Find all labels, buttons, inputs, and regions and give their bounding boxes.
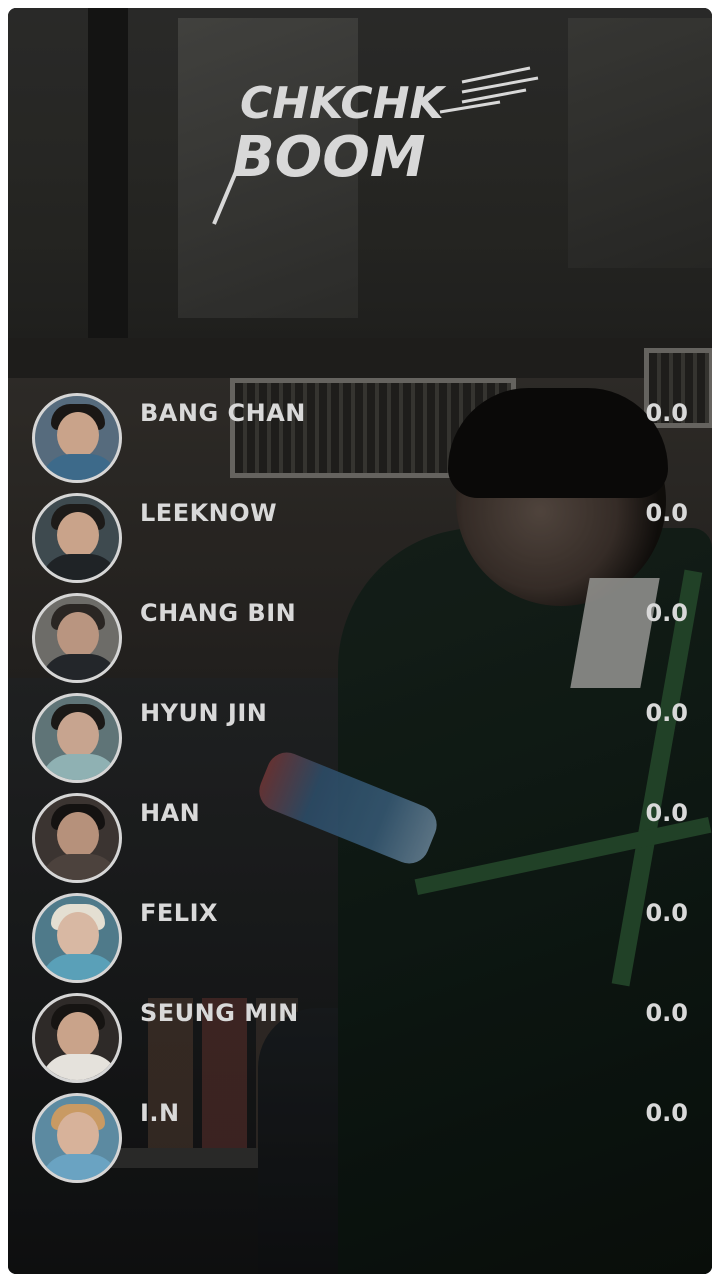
member-name: HYUN JIN bbox=[140, 699, 268, 727]
member-name: LEEKNOW bbox=[140, 499, 278, 527]
member-row-han[interactable]: HAN 0.0 bbox=[32, 793, 704, 889]
member-score: 0.0 bbox=[645, 799, 688, 827]
member-list: BANG CHAN 0.0 LEEKNOW 0.0 CHANG BIN 0.0 bbox=[8, 8, 712, 1274]
member-row-hyun-jin[interactable]: HYUN JIN 0.0 bbox=[32, 693, 704, 789]
han-avatar-icon bbox=[32, 793, 122, 883]
member-name: CHANG BIN bbox=[140, 599, 297, 627]
member-name: I.N bbox=[140, 1099, 180, 1127]
i-n-avatar-icon bbox=[32, 1093, 122, 1183]
leeknow-avatar-icon bbox=[32, 493, 122, 583]
felix-avatar-icon bbox=[32, 893, 122, 983]
member-name: SEUNG MIN bbox=[140, 999, 299, 1027]
chang-bin-avatar-icon bbox=[32, 593, 122, 683]
member-score: 0.0 bbox=[645, 999, 688, 1027]
member-score: 0.0 bbox=[645, 899, 688, 927]
hyun-jin-avatar-icon bbox=[32, 693, 122, 783]
member-row-chang-bin[interactable]: CHANG BIN 0.0 bbox=[32, 593, 704, 689]
member-row-felix[interactable]: FELIX 0.0 bbox=[32, 893, 704, 989]
member-score: 0.0 bbox=[645, 499, 688, 527]
app-frame: CHKCHK BOOM BANG CHAN 0.0 LEEKNOW 0.0 CH… bbox=[8, 8, 712, 1274]
member-score: 0.0 bbox=[645, 699, 688, 727]
member-row-seung-min[interactable]: SEUNG MIN 0.0 bbox=[32, 993, 704, 1089]
seung-min-avatar-icon bbox=[32, 993, 122, 1083]
member-row-i-n[interactable]: I.N 0.0 bbox=[32, 1093, 704, 1189]
member-row-leeknow[interactable]: LEEKNOW 0.0 bbox=[32, 493, 704, 589]
member-row-bang-chan[interactable]: BANG CHAN 0.0 bbox=[32, 393, 704, 489]
member-name: BANG CHAN bbox=[140, 399, 306, 427]
member-score: 0.0 bbox=[645, 399, 688, 427]
member-score: 0.0 bbox=[645, 1099, 688, 1127]
bang-chan-avatar-icon bbox=[32, 393, 122, 483]
member-name: HAN bbox=[140, 799, 201, 827]
member-score: 0.0 bbox=[645, 599, 688, 627]
member-name: FELIX bbox=[140, 899, 219, 927]
